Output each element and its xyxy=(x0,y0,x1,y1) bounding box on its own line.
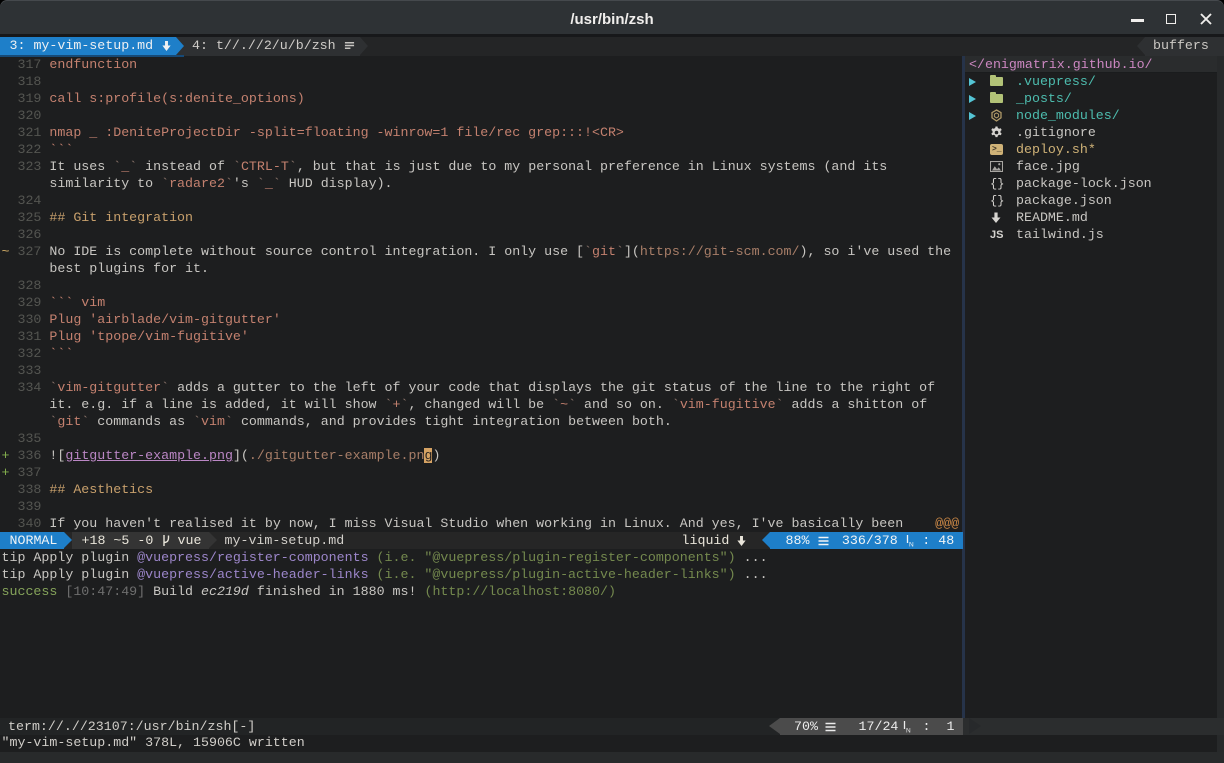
svg-text:N: N xyxy=(909,542,914,548)
svg-text:N: N xyxy=(906,728,911,734)
